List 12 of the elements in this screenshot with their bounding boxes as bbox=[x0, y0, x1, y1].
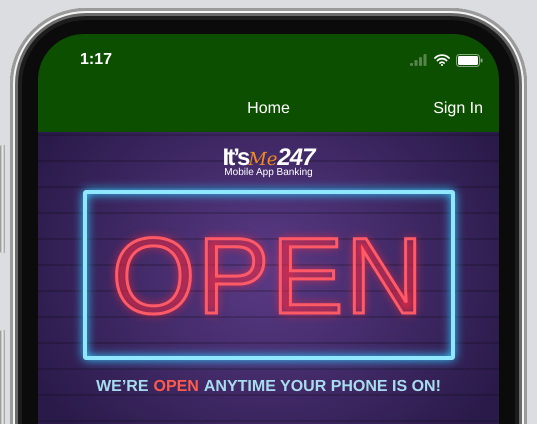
neon-sign-text: OPEN bbox=[111, 214, 426, 338]
wifi-icon bbox=[434, 54, 450, 66]
signal-icon bbox=[410, 54, 428, 66]
sign-in-link[interactable]: Sign In bbox=[433, 100, 483, 118]
logo-text: Me bbox=[248, 151, 278, 169]
tagline-text: OPEN bbox=[154, 378, 199, 396]
status-time: 1:17 bbox=[80, 51, 112, 69]
battery-icon bbox=[456, 54, 483, 66]
nav-title: Home bbox=[247, 100, 290, 118]
logo-subtitle: Mobile App Banking bbox=[224, 168, 313, 178]
tagline-text: ANYTIME YOUR PHONE IS ON! bbox=[204, 378, 441, 396]
tagline-text: WE’RE bbox=[96, 378, 149, 396]
